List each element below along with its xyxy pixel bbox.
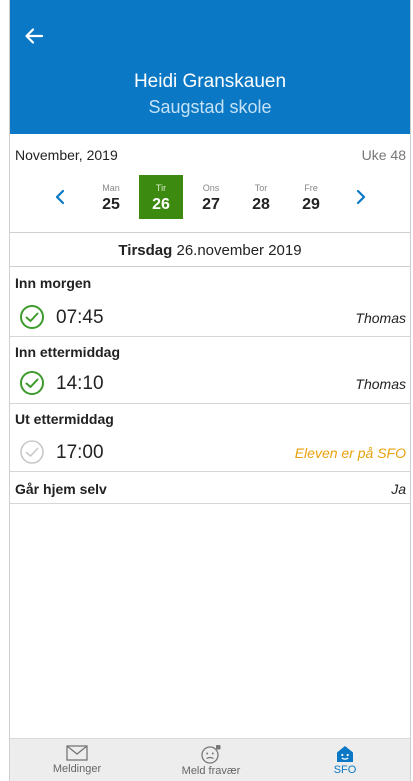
next-week-button[interactable] xyxy=(354,188,372,210)
section-title-inn-morgen: Inn morgen xyxy=(15,275,92,291)
day-name: Tir xyxy=(155,183,167,193)
day-number: 28 xyxy=(252,196,270,213)
time-inn-morgen: 07:45 xyxy=(56,307,104,328)
chevron-left-icon xyxy=(55,189,65,205)
go-home-label: Går hjem selv xyxy=(15,481,107,497)
previous-week-button[interactable] xyxy=(53,188,71,210)
back-button[interactable] xyxy=(24,26,54,52)
status-text: Eleven er på SFO xyxy=(294,445,406,461)
tab-sfo[interactable]: SFO xyxy=(278,739,412,781)
house-icon xyxy=(337,746,353,762)
divider xyxy=(10,471,410,472)
divider xyxy=(10,503,410,504)
day-name: Ons xyxy=(202,183,220,193)
sick-face-icon xyxy=(201,745,221,764)
time-inn-ettermiddag: 14:10 xyxy=(56,373,104,394)
selected-weekday: Tirsdag xyxy=(118,242,173,259)
tab-label: Meldinger xyxy=(52,763,102,775)
chevron-right-icon xyxy=(356,189,366,205)
selected-date: Tirsdag 26.november 2019 xyxy=(10,234,410,267)
section-title-inn-ettermiddag: Inn ettermiddag xyxy=(15,344,121,360)
day-thursday[interactable]: Tor 28 xyxy=(239,175,283,219)
tab-label: Meld fravær xyxy=(181,765,241,777)
divider xyxy=(10,336,410,337)
day-monday[interactable]: Man 25 xyxy=(89,175,133,219)
day-name: Tor xyxy=(254,183,268,193)
school-name: Saugstad skole xyxy=(148,97,272,117)
student-name: Heidi Granskauen xyxy=(133,71,287,92)
day-name: Fre xyxy=(304,183,318,193)
time-ut-ettermiddag: 17:00 xyxy=(56,442,104,463)
day-wednesday[interactable]: Ons 27 xyxy=(189,175,233,219)
section-title-ut-ettermiddag: Ut ettermiddag xyxy=(15,411,114,427)
tab-meld-fravaer[interactable]: Meld fravær xyxy=(144,739,278,781)
day-name: Man xyxy=(102,183,120,193)
check-circle-pending-icon xyxy=(20,440,44,464)
tab-label: SFO xyxy=(333,764,357,776)
divider xyxy=(10,403,410,404)
week-label: Uke 48 xyxy=(361,147,406,163)
arrow-left-icon xyxy=(25,28,44,44)
day-tuesday[interactable]: Tir 26 xyxy=(139,175,183,219)
check-circle-icon xyxy=(20,305,44,329)
day-friday[interactable]: Fre 29 xyxy=(289,175,333,219)
registered-by: Thomas xyxy=(355,310,406,326)
envelope-icon xyxy=(66,745,88,761)
day-number: 29 xyxy=(302,196,320,213)
app-frame: Heidi Granskauen Saugstad skole November… xyxy=(9,0,411,781)
week-selector: November, 2019 Uke 48 Man 25 Tir 26 Ons … xyxy=(10,134,410,233)
day-number: 26 xyxy=(152,196,170,213)
selected-date-text: 26.november 2019 xyxy=(176,242,302,259)
registered-by: Thomas xyxy=(355,376,406,392)
check-circle-icon xyxy=(20,371,44,395)
tab-meldinger[interactable]: Meldinger xyxy=(10,739,144,781)
month-label: November, 2019 xyxy=(15,147,118,163)
go-home-value: Ja xyxy=(391,481,406,497)
header: Heidi Granskauen Saugstad skole xyxy=(10,0,410,134)
bottom-tab-bar: Meldinger Meld fravær SFO xyxy=(10,738,410,781)
day-number: 25 xyxy=(102,196,120,213)
day-number: 27 xyxy=(202,196,220,213)
